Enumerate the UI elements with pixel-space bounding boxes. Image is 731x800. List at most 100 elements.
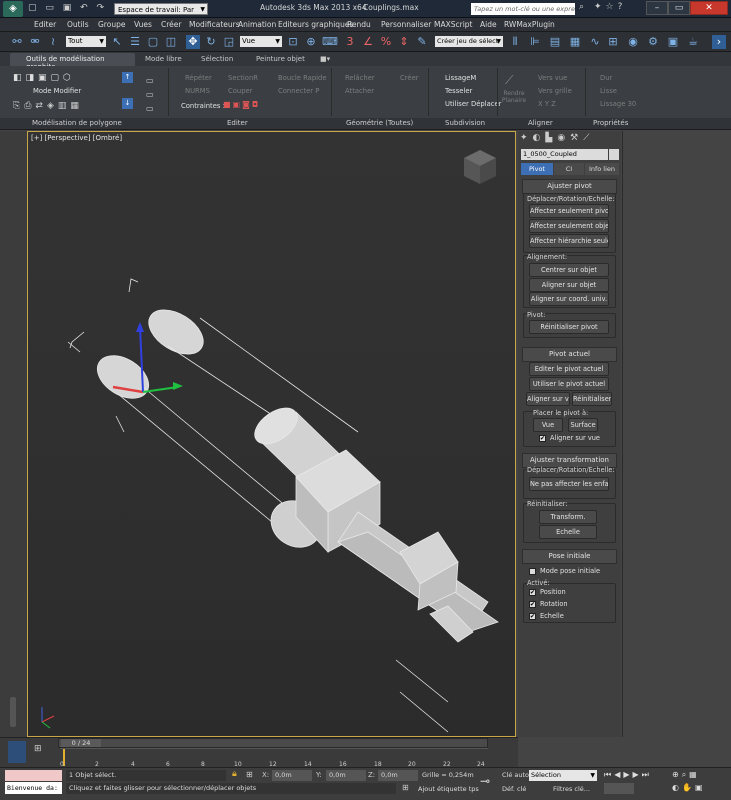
- placer-surface-button[interactable]: Surface: [568, 418, 598, 432]
- viewport-perspective[interactable]: [+] [Perspective] [Ombré]: [27, 131, 516, 737]
- mirror-icon[interactable]: ⫴: [508, 35, 522, 49]
- rotation-checkbox[interactable]: ✔ Rotation: [529, 600, 568, 608]
- aligner-objet-button[interactable]: Aligner sur objet: [529, 278, 609, 292]
- angle-snap-icon[interactable]: ∠: [361, 35, 375, 49]
- repeter-button[interactable]: Répéter: [185, 74, 212, 82]
- echelle-checkbox[interactable]: ✔ Echelle: [529, 612, 564, 620]
- aligner-sur-vue-checkbox[interactable]: ✔ Aligner sur vue: [539, 434, 600, 442]
- ne-pas-affecter-button[interactable]: Ne pas affecter les enfants: [529, 477, 609, 491]
- tab-pivot[interactable]: Pivot: [521, 163, 553, 175]
- viewport-nav-controls[interactable]: ⊕⌕▦: [672, 770, 700, 780]
- y-coordinate-field[interactable]: 0,0m: [326, 770, 366, 781]
- selection-mode-dropdown[interactable]: Sélection ▼: [529, 770, 597, 781]
- lisse-button[interactable]: Lisse: [600, 87, 617, 95]
- tab-selection[interactable]: Sélection: [201, 55, 233, 63]
- menu-personnaliser[interactable]: Personnaliser: [381, 20, 431, 29]
- tab-info-lien[interactable]: Info lien: [585, 163, 619, 175]
- section-button[interactable]: SectionR: [228, 74, 258, 82]
- scene-explorer-icon[interactable]: ▦: [568, 35, 582, 49]
- constraint-icons[interactable]: ■▣◙◘: [223, 100, 260, 109]
- expand-toolbar-icon[interactable]: ›: [712, 35, 726, 49]
- add-time-tag[interactable]: Ajout étiquette tps: [418, 785, 479, 793]
- layer-manager-icon[interactable]: ▤: [548, 35, 562, 49]
- reinitialiser-button[interactable]: Réinitialiser: [572, 392, 612, 406]
- render-teapot-icon[interactable]: ☕: [686, 35, 700, 49]
- position-checkbox[interactable]: ✔ Position: [529, 588, 566, 596]
- close-button[interactable]: ✕: [690, 1, 728, 15]
- vers-vue-button[interactable]: Vers vue: [538, 74, 567, 82]
- creer-button[interactable]: Créer: [400, 74, 419, 82]
- tab-peinture-objet[interactable]: Peinture objet: [256, 55, 305, 63]
- x-coordinate-field[interactable]: 0,0m: [272, 770, 312, 781]
- group-geometrie[interactable]: Géométrie (Toutes): [346, 119, 413, 127]
- tesseler-button[interactable]: Tesseler: [445, 87, 472, 95]
- workspace-dropdown[interactable]: Espace de travail: Par ▼: [114, 3, 208, 15]
- modeling-icons-row[interactable]: ◧◨▣▢⬡: [13, 73, 75, 83]
- viewport-nav-controls-2[interactable]: ◐✋▣: [672, 783, 706, 792]
- unlink-icon[interactable]: ⚮: [28, 35, 42, 49]
- filtres-cle-button[interactable]: Filtres clé...: [553, 785, 590, 793]
- lock-icon[interactable]: 🔒︎: [232, 769, 237, 779]
- boucle-rapide-button[interactable]: Boucle Rapide: [278, 74, 327, 82]
- move-icon[interactable]: ✥: [186, 35, 200, 49]
- track-bar-toggle[interactable]: [8, 741, 26, 763]
- def-cle-button[interactable]: Déf. clé: [502, 785, 526, 793]
- maximize-button[interactable]: ▭: [668, 1, 690, 15]
- rotate-icon[interactable]: ↻: [204, 35, 218, 49]
- search-input[interactable]: Tapez un mot-clé ou une expression: [471, 3, 575, 15]
- stack-up-icon[interactable]: ↑: [122, 72, 133, 83]
- aligner-coord-button[interactable]: Aligner sur coord. univ.: [529, 292, 609, 306]
- link-icon[interactable]: ⚯: [10, 35, 24, 49]
- absolute-mode-icon[interactable]: ⊞: [246, 770, 253, 779]
- reinitialiser-pivot-button[interactable]: Réinitialiser pivot: [529, 320, 609, 334]
- rect-selection-icon[interactable]: ▢: [146, 35, 160, 49]
- select-object-icon[interactable]: ↖: [110, 35, 124, 49]
- menu-aide[interactable]: Aide: [480, 20, 497, 29]
- menu-rwmaxplugin[interactable]: RWMaxPlugin: [504, 20, 555, 29]
- panel-tabs-icons[interactable]: ✦◐▙◉⚒⟋: [520, 132, 619, 144]
- modeling-tools-row[interactable]: ⎘⎙⇄◈▥▦: [13, 101, 83, 111]
- menu-editeurs-graphiques[interactable]: Editeurs graphiques: [278, 20, 353, 29]
- mode-modifier-label[interactable]: Mode Modifier: [33, 87, 81, 95]
- rollout-ajuster-pivot[interactable]: Ajuster pivot: [522, 179, 617, 194]
- transform-button[interactable]: Transform.: [539, 510, 597, 524]
- z-coordinate-field[interactable]: 0,0m: [378, 770, 418, 781]
- cle-auto-button[interactable]: Clé auto: [502, 771, 529, 779]
- xyz-buttons[interactable]: X Y Z: [538, 100, 556, 108]
- edit-named-sel-icon[interactable]: ✎: [415, 35, 429, 49]
- relacher-button[interactable]: Relâcher: [345, 74, 375, 82]
- maxscript-mini-listener[interactable]: [5, 770, 62, 781]
- menu-maxscript[interactable]: MAXScript: [434, 20, 473, 29]
- time-slider-thumb[interactable]: 0 / 24: [61, 739, 101, 747]
- affecter-pivot-button[interactable]: Affecter seulement pivot: [529, 204, 609, 218]
- dur-button[interactable]: Dur: [600, 74, 612, 82]
- ref-coord-dropdown[interactable]: Vue ▼: [240, 36, 282, 47]
- counter-icons[interactable]: ▭ ▭ ▭: [146, 74, 154, 116]
- attacher-button[interactable]: Attacher: [345, 87, 374, 95]
- maxscript-listener-input[interactable]: Bienvenue da:: [5, 782, 62, 794]
- window-crossing-icon[interactable]: ◫: [164, 35, 178, 49]
- centrer-objet-button[interactable]: Centrer sur objet: [529, 263, 609, 277]
- bind-spacewarp-icon[interactable]: ≀: [46, 35, 60, 49]
- rollout-pose-initiale[interactable]: Pose initiale: [522, 549, 617, 564]
- group-modelisation-polygone[interactable]: Modélisation de polygone: [32, 119, 122, 127]
- key-icon[interactable]: ⊸: [480, 774, 490, 788]
- lissage30-button[interactable]: Lissage 30: [600, 100, 636, 108]
- mini-curve-icon[interactable]: ⊞: [34, 744, 42, 754]
- vers-grille-button[interactable]: Vers grille: [538, 87, 572, 95]
- keyboard-shortcut-icon[interactable]: ⌨: [322, 35, 338, 49]
- lissage-button[interactable]: LissageM: [445, 74, 476, 82]
- menu-rendu[interactable]: Rendu: [347, 20, 371, 29]
- time-slider[interactable]: 0 / 24: [58, 738, 488, 748]
- couper-button[interactable]: Couper: [228, 87, 253, 95]
- minimize-button[interactable]: –: [646, 1, 668, 15]
- rendre-planaire-button[interactable]: Rendre Planaire: [500, 90, 528, 104]
- rollout-pivot-actuel[interactable]: Pivot actuel: [522, 347, 617, 362]
- percent-snap-icon[interactable]: %: [379, 35, 393, 49]
- menu-modificateurs[interactable]: Modificateurs: [189, 20, 240, 29]
- curve-editor-icon[interactable]: ∿: [588, 35, 602, 49]
- editer-pivot-button[interactable]: Editer le pivot actuel: [529, 362, 609, 376]
- frame-field[interactable]: [604, 783, 634, 794]
- object-color-swatch[interactable]: [609, 149, 619, 160]
- tab-mode-libre[interactable]: Mode libre: [145, 55, 182, 63]
